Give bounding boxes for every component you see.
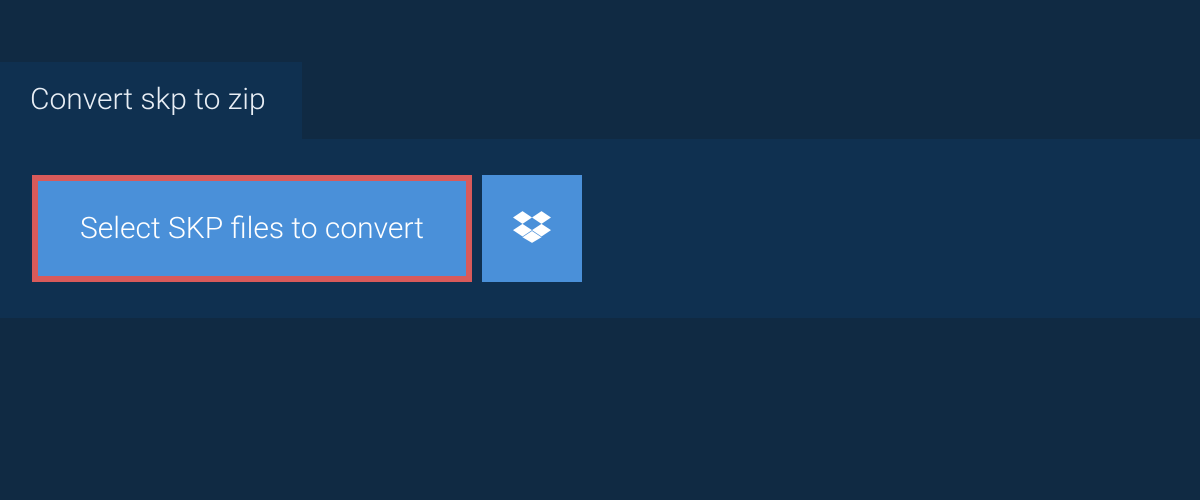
dropbox-button[interactable] xyxy=(482,175,582,282)
content-panel: Select SKP files to convert xyxy=(0,139,1200,318)
dropbox-icon xyxy=(513,208,551,250)
select-files-button[interactable]: Select SKP files to convert xyxy=(32,175,472,282)
select-files-label: Select SKP files to convert xyxy=(80,211,424,246)
tab-convert[interactable]: Convert skp to zip xyxy=(0,62,302,139)
page-wrapper: Convert skp to zip Select SKP files to c… xyxy=(0,0,1200,318)
tab-label: Convert skp to zip xyxy=(30,82,266,117)
button-row: Select SKP files to convert xyxy=(32,175,1200,282)
tab-container: Convert skp to zip xyxy=(0,62,1200,139)
